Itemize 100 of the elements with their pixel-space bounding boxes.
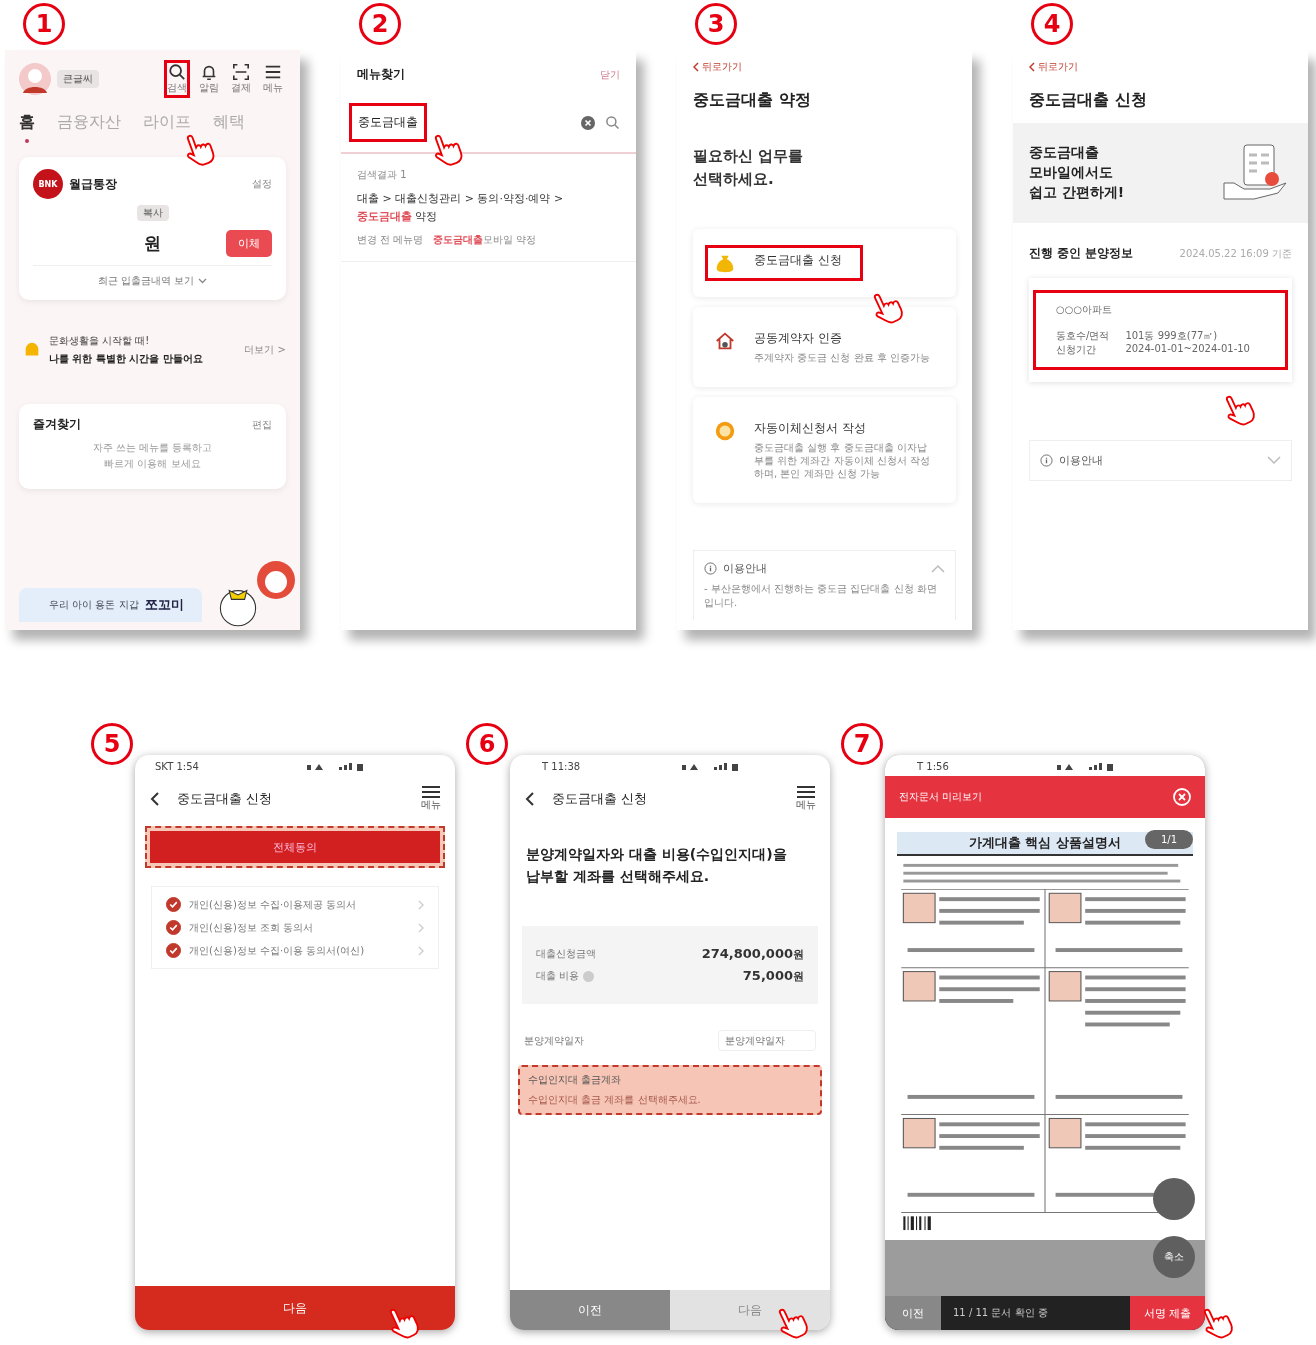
copy-button[interactable]: 복사 xyxy=(136,205,169,221)
check-icon[interactable] xyxy=(166,897,181,912)
settings-link[interactable]: 설정 xyxy=(252,177,272,191)
banner-text: 모바일에서도 xyxy=(1029,164,1114,182)
header-icon-button[interactable]: 검색 xyxy=(164,60,190,98)
check-icon[interactable] xyxy=(166,943,181,958)
account-select[interactable]: 수입인지대 출금계좌 수입인지대 출금 계좌를 선택해주세요. xyxy=(518,1065,822,1115)
status-time: SKT 1:54 xyxy=(155,761,199,772)
promo-text: 문화생활을 시작할 때! xyxy=(49,334,151,348)
promo-headline: 나를 위한 특별한 시간을 만들어요 xyxy=(49,352,204,366)
favorites-title: 즐겨찾기 xyxy=(33,416,81,433)
option-row[interactable]: 자동이체신청서 작성 중도금대출 실행 후 중도금대출 이자납부를 위한 계좌간 자동이체 신청서 작성하며, 본인 계좌만 신청 가능 xyxy=(705,413,944,487)
promo-banner[interactable]: 우리 아이 용돈 지갑 쪼꼬미 xyxy=(19,588,202,622)
header-title: 전자문서 미리보기 xyxy=(899,790,983,804)
screen-title: 중도금대출 신청 xyxy=(177,790,273,808)
nav-tab[interactable]: 홈 xyxy=(19,112,35,145)
banner-brand: 쪼꼬미 xyxy=(144,596,184,614)
consent-item[interactable]: 개인(신용)정보 조회 동의서 xyxy=(166,920,424,935)
agree-all-button[interactable]: 전체동의 xyxy=(150,831,440,863)
screen-title: 메뉴찾기 xyxy=(357,66,405,83)
header-icon-button[interactable]: 알림 xyxy=(196,60,222,98)
search-field[interactable]: 중도금대출 xyxy=(349,103,427,142)
complex-card[interactable]: ○○○아파트 동호수/면적 101동 999호(77㎡) 신청기간 2024-01-01~2024-01-10 xyxy=(1029,278,1292,382)
option-title: 공동계약자 인증 xyxy=(754,330,843,347)
prompt-text: 납부할 계좌를 선택해주세요. xyxy=(526,868,711,886)
character-button-icon[interactable] xyxy=(256,560,296,600)
complex-name: ○○○아파트 xyxy=(1056,303,1114,317)
info-text: - 부산은행에서 진행하는 중도금 집단대출 신청 화면입니다. xyxy=(704,582,938,610)
option-row[interactable]: 중도금대출 신청 xyxy=(705,245,863,281)
consent-item[interactable]: 개인(신용)정보 수집·이용제공 동의서 xyxy=(166,897,424,912)
back-link[interactable]: 뒤로가기 xyxy=(702,60,742,74)
complex-info[interactable]: ○○○아파트 동호수/면적 101동 999호(77㎡) 신청기간 2024-01-01~2024-01-10 xyxy=(1033,290,1288,370)
status-time: T 1:56 xyxy=(917,761,949,772)
screen-title: 중도금대출 신청 xyxy=(1029,90,1148,111)
close-link[interactable]: 닫기 xyxy=(600,67,620,82)
result-count: 검색결과 1 xyxy=(357,168,408,182)
coin-icon xyxy=(714,420,736,442)
date-field[interactable]: 분양계약일자 xyxy=(718,1030,816,1051)
chevron-icon xyxy=(418,899,424,910)
more-link[interactable]: 더보기 > xyxy=(244,343,286,357)
edit-link[interactable]: 편집 xyxy=(252,417,272,432)
status-icons xyxy=(680,761,740,772)
step-number: 7 xyxy=(841,723,883,765)
option-title: 자동이체신청서 작성 xyxy=(754,420,867,437)
option-row[interactable]: 공동계약자 인증 주계약자 중도금 신청 완료 후 인증가능 xyxy=(705,323,944,371)
info-panel[interactable]: 이용안내 xyxy=(1029,440,1292,481)
menu-icon xyxy=(264,63,282,81)
consent-item[interactable]: 개인(신용)정보 수집·이용 동의서(여신) xyxy=(166,943,424,958)
back-icon[interactable] xyxy=(1029,62,1035,72)
check-icon[interactable] xyxy=(166,920,181,935)
step-button[interactable]: 이전 xyxy=(510,1290,670,1330)
header-icon-button[interactable]: 메뉴 xyxy=(260,60,286,98)
bell-icon xyxy=(200,63,218,81)
step-number: 5 xyxy=(91,723,133,765)
search-icon[interactable] xyxy=(605,115,620,130)
select-placeholder: 수입인지대 출금 계좌를 선택해주세요. xyxy=(528,1093,702,1107)
option-card[interactable]: 중도금대출 신청 xyxy=(693,229,956,297)
back-icon[interactable] xyxy=(693,62,699,72)
field-label: 수입인지대 출금계좌 xyxy=(528,1073,623,1087)
summary-label: 대출 비용 xyxy=(536,969,580,983)
search-result-link[interactable]: 대출 > 대출신청관리 > 동의·약정·예약 > 중도금대출 약정 xyxy=(357,190,620,226)
header-icon-button[interactable]: 결제 xyxy=(228,60,254,98)
avatar-icon xyxy=(19,63,51,95)
info-panel[interactable]: 이용안내 - 부산은행에서 진행하는 중도금 집단대출 신청 화면입니다. xyxy=(693,550,956,620)
back-link[interactable]: 뒤로가기 xyxy=(1038,60,1078,74)
history-link[interactable]: 최근 입출금내역 보기 xyxy=(97,274,195,288)
status-icons xyxy=(1055,761,1115,772)
option-description: 중도금대출 실행 후 중도금대출 이자납부를 위한 계좌간 자동이체 신청서 작성하며, 본인 계좌만 신청 가능 xyxy=(754,441,931,480)
menu-button[interactable]: 메뉴 xyxy=(796,786,816,812)
close-icon[interactable] xyxy=(1173,788,1191,806)
field-label: 분양계약일자 xyxy=(524,1033,584,1048)
field-value: 2024-01-01~2024-01-10 xyxy=(1125,343,1251,356)
summary-label: 대출신청금액 xyxy=(536,947,596,961)
transfer-button[interactable]: 이체 xyxy=(226,229,272,257)
status-icons xyxy=(305,761,365,772)
profile-chip[interactable]: 큰글씨 xyxy=(57,70,99,88)
progress-text: 11 / 11 문서 확인 중 xyxy=(953,1306,1048,1320)
back-icon[interactable] xyxy=(524,791,536,807)
summary-value: 274,800,000원 xyxy=(701,946,804,962)
menu-button[interactable]: 메뉴 xyxy=(421,786,441,812)
account-name: 월급통장 xyxy=(69,175,117,193)
previous-button[interactable]: 이전 xyxy=(885,1296,941,1330)
clear-icon[interactable] xyxy=(581,115,595,130)
chevron-icon xyxy=(418,945,424,956)
chevron-icon xyxy=(198,278,208,284)
option-card[interactable]: 자동이체신청서 작성 중도금대출 실행 후 중도금대출 이자납부를 위한 계좌간 자동이체 신청서 작성하며, 본인 계좌만 신청 가능 xyxy=(693,397,956,503)
field-label: 신청기간 xyxy=(1056,343,1097,357)
balance-text: 원 xyxy=(144,231,161,255)
back-icon[interactable] xyxy=(149,791,161,807)
option-card[interactable]: 공동계약자 인증 주계약자 중도금 신청 완료 후 인증가능 xyxy=(693,307,956,387)
house-icon xyxy=(714,330,736,352)
submit-signature-button[interactable]: 서명 제출 xyxy=(1129,1296,1205,1330)
banner-text: 중도금대출 xyxy=(1029,144,1100,162)
zoom-out-button[interactable]: 축소 xyxy=(1153,1236,1195,1278)
search-icon xyxy=(168,63,186,81)
screen-title: 중도금대출 신청 xyxy=(552,790,648,808)
step-number: 4 xyxy=(1031,3,1073,45)
info-icon xyxy=(704,562,717,575)
next-button[interactable]: 다음 xyxy=(135,1286,455,1330)
field-value: 101동 999호(77㎡) xyxy=(1125,329,1219,343)
